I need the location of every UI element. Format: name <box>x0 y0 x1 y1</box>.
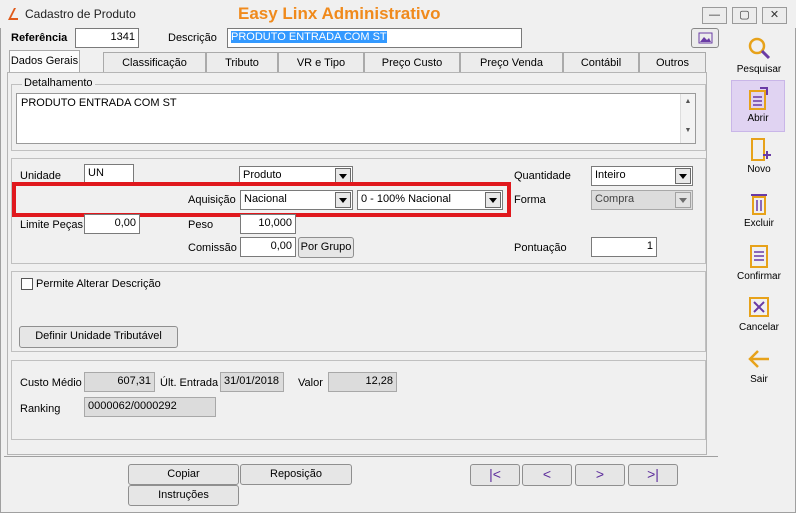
tab-preco-custo[interactable]: Preço Custo <box>364 52 460 73</box>
sidebar-item-excluir[interactable]: Excluir <box>723 190 795 229</box>
maximize-button[interactable]: ▢ <box>732 7 757 24</box>
instrucoes-button[interactable]: Instruções <box>128 485 239 506</box>
sidebar-item-label: Sair <box>750 374 768 385</box>
limite-input[interactable]: 0,00 <box>84 214 140 234</box>
detail-text: PRODUTO ENTRADA COM ST <box>21 97 177 109</box>
permite-checkbox[interactable] <box>21 278 33 290</box>
chevron-down-icon[interactable] <box>335 192 351 208</box>
origem-select-value: 0 - 100% Nacional <box>361 193 451 205</box>
app-logo-icon <box>8 8 18 20</box>
unidade-label: Unidade <box>20 170 61 182</box>
definir-unidade-button[interactable]: Definir Unidade Tributável <box>19 326 178 348</box>
tab-preco-venda[interactable]: Preço Venda <box>460 52 563 73</box>
sidebar-item-label: Pesquisar <box>736 64 782 75</box>
chevron-down-icon <box>675 192 691 208</box>
description-input[interactable]: PRODUTO ENTRADA COM ST <box>227 28 522 48</box>
ultima-entrada-label: Últ. Entrada <box>160 377 219 389</box>
image-button[interactable] <box>691 28 719 48</box>
permite-label: Permite Alterar Descrição <box>36 278 161 290</box>
sidebar-item-label: Confirmar <box>737 271 781 282</box>
quantidade-label: Quantidade <box>514 170 571 182</box>
sidebar-item-cancelar[interactable]: Cancelar <box>723 294 795 333</box>
tab-dados-gerais[interactable]: Dados Gerais <box>9 50 80 73</box>
comissao-label: Comissão <box>188 242 237 254</box>
cancel-icon <box>749 297 769 317</box>
ultima-entrada-value: 31/01/2018 <box>220 372 284 392</box>
sidebar-item-label: Cancelar <box>738 322 780 333</box>
valor-value: 12,28 <box>328 372 397 392</box>
previous-icon: < <box>542 466 552 482</box>
custo-label: Custo Médio <box>20 377 82 389</box>
ranking-label: Ranking <box>20 403 61 415</box>
aquisicao-select[interactable]: Nacional <box>240 190 353 210</box>
copiar-button[interactable]: Copiar <box>128 464 239 485</box>
minimize-button[interactable]: — <box>702 7 727 24</box>
app-title: Easy Linx Administrativo <box>238 4 441 23</box>
sidebar-item-confirmar[interactable]: Confirmar <box>723 243 795 282</box>
reference-input[interactable]: 1341 <box>75 28 139 48</box>
detail-label: Detalhamento <box>22 77 95 89</box>
image-icon <box>698 32 713 44</box>
exit-icon <box>748 350 769 368</box>
chevron-down-icon[interactable] <box>485 192 501 208</box>
scroll-down-icon[interactable]: ▼ <box>681 127 695 134</box>
open-icon <box>749 87 768 110</box>
comissao-input[interactable]: 0,00 <box>240 237 296 257</box>
tipo-select-value: Produto <box>243 169 282 181</box>
search-icon <box>748 37 771 60</box>
description-selected-text: PRODUTO ENTRADA COM ST <box>231 31 387 43</box>
tab-vr-e-tipo[interactable]: VR e Tipo <box>278 52 364 73</box>
next-icon: > <box>595 466 605 482</box>
chevron-down-icon[interactable] <box>675 168 691 184</box>
window-title: Cadastro de Produto <box>25 7 136 21</box>
delete-icon <box>751 194 767 215</box>
divider <box>4 456 718 457</box>
sidebar-item-pesquisar[interactable]: Pesquisar <box>723 36 795 75</box>
first-record-button[interactable]: |< <box>470 464 520 486</box>
sidebar-item-label: Abrir <box>747 113 769 124</box>
limite-label: Limite Peças <box>20 219 83 231</box>
sidebar-item-novo[interactable]: Novo <box>723 136 795 175</box>
last-record-button[interactable]: >| <box>628 464 678 486</box>
description-label: Descrição <box>168 32 217 44</box>
detail-scrollbar[interactable]: ▲ ▼ <box>680 94 695 143</box>
sidebar-item-label: Excluir <box>743 218 774 229</box>
quantidade-select[interactable]: Inteiro <box>591 166 693 186</box>
last-icon: >| <box>647 466 659 482</box>
aquisicao-select-value: Nacional <box>244 193 287 205</box>
sidebar-item-abrir[interactable]: Abrir <box>731 80 785 132</box>
aquisicao-label: Aquisição <box>188 194 236 206</box>
previous-record-button[interactable]: < <box>522 464 572 486</box>
confirm-icon <box>750 245 768 268</box>
tab-tributo[interactable]: Tributo <box>206 52 278 73</box>
tab-contabil[interactable]: Contábil <box>563 52 639 73</box>
first-icon: |< <box>489 466 501 482</box>
forma-label: Forma <box>514 194 546 206</box>
ranking-value: 0000062/0000292 <box>84 397 216 417</box>
next-record-button[interactable]: > <box>575 464 625 486</box>
por-grupo-button[interactable]: Por Grupo <box>298 237 354 258</box>
unidade-input[interactable]: UN <box>84 164 134 184</box>
reposicao-button[interactable]: Reposição <box>240 464 352 485</box>
forma-select: Compra <box>591 190 693 210</box>
valor-label: Valor <box>298 377 323 389</box>
pontuacao-input[interactable]: 1 <box>591 237 657 257</box>
sidebar-item-sair[interactable]: Sair <box>723 346 795 385</box>
quantidade-select-value: Inteiro <box>595 169 626 181</box>
forma-select-value: Compra <box>595 193 635 205</box>
close-button[interactable]: ✕ <box>762 7 787 24</box>
pontuacao-label: Pontuação <box>514 242 567 254</box>
custo-value: 607,31 <box>84 372 155 392</box>
tab-classificacao[interactable]: Classificação <box>103 52 206 73</box>
detail-textarea[interactable]: PRODUTO ENTRADA COM ST ▲ ▼ <box>16 93 696 144</box>
new-icon <box>751 138 771 161</box>
peso-input[interactable]: 10,000 <box>240 214 296 234</box>
reference-label: Referência <box>11 32 68 44</box>
peso-label: Peso <box>188 219 214 231</box>
scroll-up-icon[interactable]: ▲ <box>681 98 695 105</box>
origem-select[interactable]: 0 - 100% Nacional <box>357 190 503 210</box>
sidebar-item-label: Novo <box>747 164 771 175</box>
tab-outros[interactable]: Outros <box>639 52 706 73</box>
